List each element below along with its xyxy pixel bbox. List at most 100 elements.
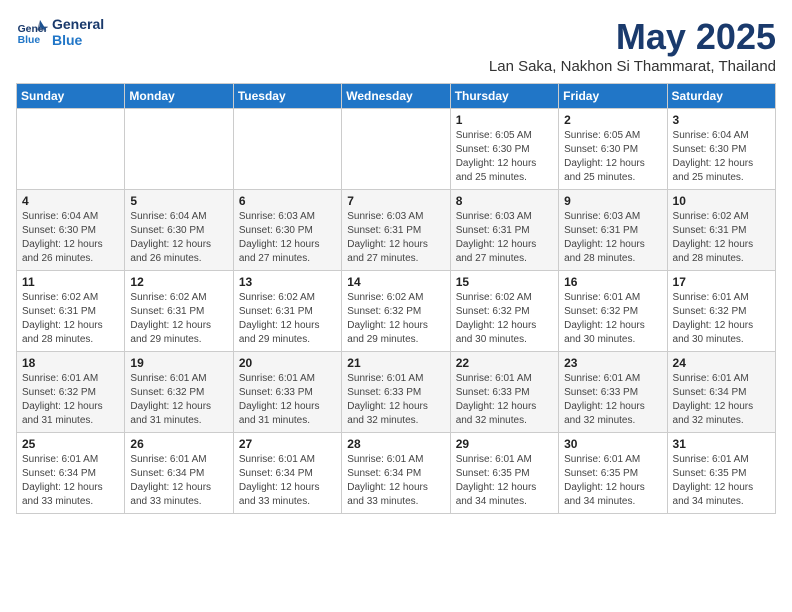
- day-number: 4: [22, 194, 119, 208]
- calendar-cell: 6 Sunrise: 6:03 AM Sunset: 6:30 PM Daylig…: [233, 190, 341, 271]
- day-number: 20: [239, 356, 336, 370]
- calendar-cell: 4 Sunrise: 6:04 AM Sunset: 6:30 PM Daylig…: [17, 190, 125, 271]
- cell-info: Sunrise: 6:02 AM Sunset: 6:31 PM Dayligh…: [130, 291, 227, 347]
- calendar-cell: 20Sunrise: 6:01 AM Sunset: 6:33 PM Dayli…: [233, 352, 341, 433]
- cell-info: Sunrise: 6:02 AM Sunset: 6:32 PM Dayligh…: [347, 291, 444, 347]
- day-number: 8: [456, 194, 553, 208]
- page-header: General Blue General Blue May 2025 Lan S…: [16, 16, 776, 75]
- day-number: 18: [22, 356, 119, 370]
- day-number: 21: [347, 356, 444, 370]
- cell-info: Sunrise: 6:03 AM Sunset: 6:31 PM Dayligh…: [347, 210, 444, 266]
- calendar-table: SundayMondayTuesdayWednesdayThursdayFrid…: [16, 83, 776, 514]
- calendar-cell: 5Sunrise: 6:04 AM Sunset: 6:30 PM Daylig…: [125, 190, 233, 271]
- day-number: 25: [22, 437, 119, 451]
- day-number: 29: [456, 437, 553, 451]
- cell-info: Sunrise: 6:01 AM Sunset: 6:33 PM Dayligh…: [564, 372, 661, 428]
- cell-info: Sunrise: 6:03 AM Sunset: 6:31 PM Dayligh…: [456, 210, 553, 266]
- calendar-cell: 2 Sunrise: 6:05 AM Sunset: 6:30 PM Daylig…: [559, 109, 667, 190]
- calendar-cell: 1Sunrise: 6:05 AM Sunset: 6:30 PM Daylig…: [450, 109, 558, 190]
- calendar-cell: 29 Sunrise: 6:01 AM Sunset: 6:35 PM Dayli…: [450, 433, 558, 514]
- calendar-cell: 3Sunrise: 6:04 AM Sunset: 6:30 PM Daylig…: [667, 109, 775, 190]
- calendar-cell: 24 Sunrise: 6:01 AM Sunset: 6:34 PM Dayli…: [667, 352, 775, 433]
- cell-info: Sunrise: 6:01 AM Sunset: 6:33 PM Dayligh…: [456, 372, 553, 428]
- day-number: 15: [456, 275, 553, 289]
- cell-info: Sunrise: 6:02 AM Sunset: 6:31 PM Dayligh…: [673, 210, 770, 266]
- calendar-cell: [233, 109, 341, 190]
- title-block: May 2025 Lan Saka, Nakhon Si Thammarat, …: [489, 16, 776, 75]
- cell-info: Sunrise: 6:05 AM Sunset: 6:30 PM Dayligh…: [564, 129, 661, 185]
- day-number: 22: [456, 356, 553, 370]
- calendar-cell: 26Sunrise: 6:01 AM Sunset: 6:34 PM Dayli…: [125, 433, 233, 514]
- calendar-header: SundayMondayTuesdayWednesdayThursdayFrid…: [17, 84, 776, 109]
- logo-icon: General Blue: [16, 16, 48, 48]
- day-number: 2: [564, 113, 661, 127]
- calendar-cell: 15 Sunrise: 6:02 AM Sunset: 6:32 PM Dayli…: [450, 271, 558, 352]
- week-row-5: 25 Sunrise: 6:01 AM Sunset: 6:34 PM Dayli…: [17, 433, 776, 514]
- cell-info: Sunrise: 6:01 AM Sunset: 6:32 PM Dayligh…: [22, 372, 119, 428]
- day-number: 13: [239, 275, 336, 289]
- cell-info: Sunrise: 6:04 AM Sunset: 6:30 PM Dayligh…: [22, 210, 119, 266]
- calendar-cell: [17, 109, 125, 190]
- calendar-cell: 25 Sunrise: 6:01 AM Sunset: 6:34 PM Dayli…: [17, 433, 125, 514]
- calendar-cell: 18 Sunrise: 6:01 AM Sunset: 6:32 PM Dayli…: [17, 352, 125, 433]
- day-number: 19: [130, 356, 227, 370]
- day-number: 10: [673, 194, 770, 208]
- cell-info: Sunrise: 6:03 AM Sunset: 6:31 PM Dayligh…: [564, 210, 661, 266]
- calendar-cell: 27 Sunrise: 6:01 AM Sunset: 6:34 PM Dayli…: [233, 433, 341, 514]
- day-number: 9: [564, 194, 661, 208]
- day-number: 26: [130, 437, 227, 451]
- calendar-cell: [125, 109, 233, 190]
- cell-info: Sunrise: 6:01 AM Sunset: 6:35 PM Dayligh…: [456, 453, 553, 509]
- week-row-2: 4 Sunrise: 6:04 AM Sunset: 6:30 PM Daylig…: [17, 190, 776, 271]
- calendar-cell: 10 Sunrise: 6:02 AM Sunset: 6:31 PM Dayli…: [667, 190, 775, 271]
- logo-line1: General: [52, 16, 104, 32]
- day-number: 16: [564, 275, 661, 289]
- logo: General Blue General Blue: [16, 16, 104, 48]
- month-title: May 2025: [489, 16, 776, 58]
- cell-info: Sunrise: 6:02 AM Sunset: 6:31 PM Dayligh…: [22, 291, 119, 347]
- day-number: 28: [347, 437, 444, 451]
- day-number: 5: [130, 194, 227, 208]
- header-wednesday: Wednesday: [342, 84, 450, 109]
- header-saturday: Saturday: [667, 84, 775, 109]
- header-monday: Monday: [125, 84, 233, 109]
- cell-info: Sunrise: 6:01 AM Sunset: 6:32 PM Dayligh…: [673, 291, 770, 347]
- day-number: 27: [239, 437, 336, 451]
- calendar-cell: 22 Sunrise: 6:01 AM Sunset: 6:33 PM Dayli…: [450, 352, 558, 433]
- week-row-1: 1Sunrise: 6:05 AM Sunset: 6:30 PM Daylig…: [17, 109, 776, 190]
- calendar-cell: 13Sunrise: 6:02 AM Sunset: 6:31 PM Dayli…: [233, 271, 341, 352]
- day-number: 6: [239, 194, 336, 208]
- calendar-cell: 8 Sunrise: 6:03 AM Sunset: 6:31 PM Daylig…: [450, 190, 558, 271]
- header-sunday: Sunday: [17, 84, 125, 109]
- day-number: 7: [347, 194, 444, 208]
- day-number: 30: [564, 437, 661, 451]
- calendar-cell: 19 Sunrise: 6:01 AM Sunset: 6:32 PM Dayli…: [125, 352, 233, 433]
- day-number: 12: [130, 275, 227, 289]
- cell-info: Sunrise: 6:01 AM Sunset: 6:32 PM Dayligh…: [564, 291, 661, 347]
- cell-info: Sunrise: 6:01 AM Sunset: 6:34 PM Dayligh…: [673, 372, 770, 428]
- cell-info: Sunrise: 6:01 AM Sunset: 6:35 PM Dayligh…: [564, 453, 661, 509]
- week-row-4: 18 Sunrise: 6:01 AM Sunset: 6:32 PM Dayli…: [17, 352, 776, 433]
- day-number: 3: [673, 113, 770, 127]
- cell-info: Sunrise: 6:03 AM Sunset: 6:30 PM Dayligh…: [239, 210, 336, 266]
- cell-info: Sunrise: 6:01 AM Sunset: 6:34 PM Dayligh…: [347, 453, 444, 509]
- calendar-cell: 17Sunrise: 6:01 AM Sunset: 6:32 PM Dayli…: [667, 271, 775, 352]
- calendar-cell: [342, 109, 450, 190]
- calendar-cell: 9 Sunrise: 6:03 AM Sunset: 6:31 PM Daylig…: [559, 190, 667, 271]
- day-number: 24: [673, 356, 770, 370]
- location: Lan Saka, Nakhon Si Thammarat, Thailand: [489, 58, 776, 75]
- calendar-cell: 12 Sunrise: 6:02 AM Sunset: 6:31 PM Dayli…: [125, 271, 233, 352]
- day-number: 23: [564, 356, 661, 370]
- day-number: 31: [673, 437, 770, 451]
- cell-info: Sunrise: 6:02 AM Sunset: 6:32 PM Dayligh…: [456, 291, 553, 347]
- calendar-cell: 16 Sunrise: 6:01 AM Sunset: 6:32 PM Dayli…: [559, 271, 667, 352]
- calendar-body: 1Sunrise: 6:05 AM Sunset: 6:30 PM Daylig…: [17, 109, 776, 514]
- cell-info: Sunrise: 6:01 AM Sunset: 6:34 PM Dayligh…: [239, 453, 336, 509]
- header-friday: Friday: [559, 84, 667, 109]
- calendar-cell: 21 Sunrise: 6:01 AM Sunset: 6:33 PM Dayli…: [342, 352, 450, 433]
- header-tuesday: Tuesday: [233, 84, 341, 109]
- cell-info: Sunrise: 6:01 AM Sunset: 6:32 PM Dayligh…: [130, 372, 227, 428]
- cell-info: Sunrise: 6:01 AM Sunset: 6:33 PM Dayligh…: [347, 372, 444, 428]
- day-number: 11: [22, 275, 119, 289]
- cell-info: Sunrise: 6:01 AM Sunset: 6:34 PM Dayligh…: [22, 453, 119, 509]
